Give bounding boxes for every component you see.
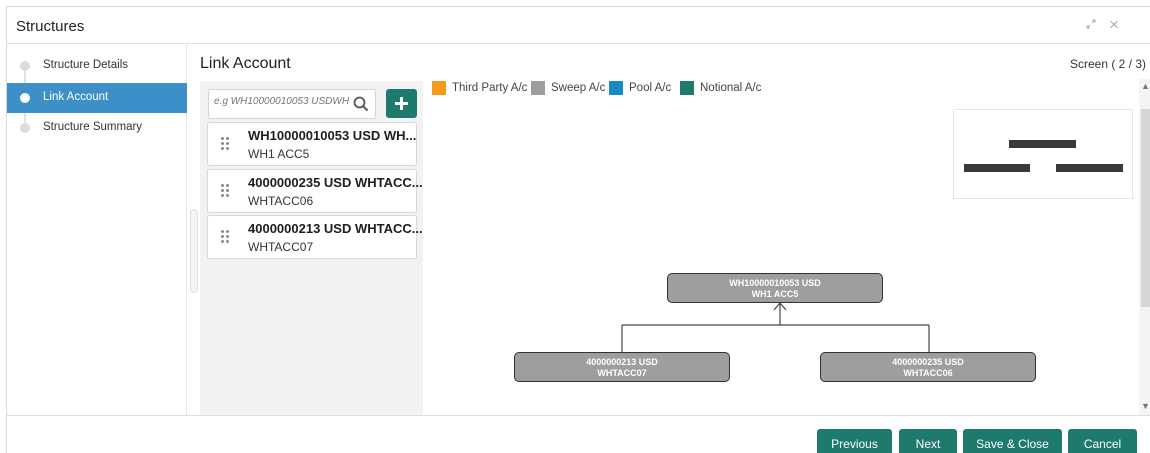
tree-node-root[interactable]: WH10000010053 USD WH1 ACC5 xyxy=(667,273,883,303)
save-close-button[interactable]: Save & Close xyxy=(963,429,1062,453)
node-line2: WHTACC07 xyxy=(597,368,647,378)
node-line1: 4000000235 USD xyxy=(892,357,964,367)
next-button[interactable]: Next xyxy=(899,429,957,453)
node-line1: 4000000213 USD xyxy=(586,357,658,367)
scrollbar-thumb[interactable] xyxy=(1141,109,1150,307)
scroll-down-icon[interactable]: ▼ xyxy=(1141,401,1150,411)
node-line2: WHTACC06 xyxy=(903,368,953,378)
node-line1: WH10000010053 USD xyxy=(729,278,821,288)
tree-node-child[interactable]: 4000000213 USD WHTACC07 xyxy=(514,352,730,382)
tree-node-child[interactable]: 4000000235 USD WHTACC06 xyxy=(820,352,1036,382)
diagram-scrollbar[interactable]: ▲ ▼ xyxy=(1139,79,1150,415)
previous-button[interactable]: Previous xyxy=(817,429,892,453)
footer: Previous Next Save & Close Cancel xyxy=(7,415,1150,453)
structures-window: Structures × Structure Details Link Acco… xyxy=(6,6,1150,453)
node-line2: WH1 ACC5 xyxy=(751,289,799,299)
scroll-up-icon[interactable]: ▲ xyxy=(1141,81,1150,91)
cancel-button[interactable]: Cancel xyxy=(1068,429,1137,453)
